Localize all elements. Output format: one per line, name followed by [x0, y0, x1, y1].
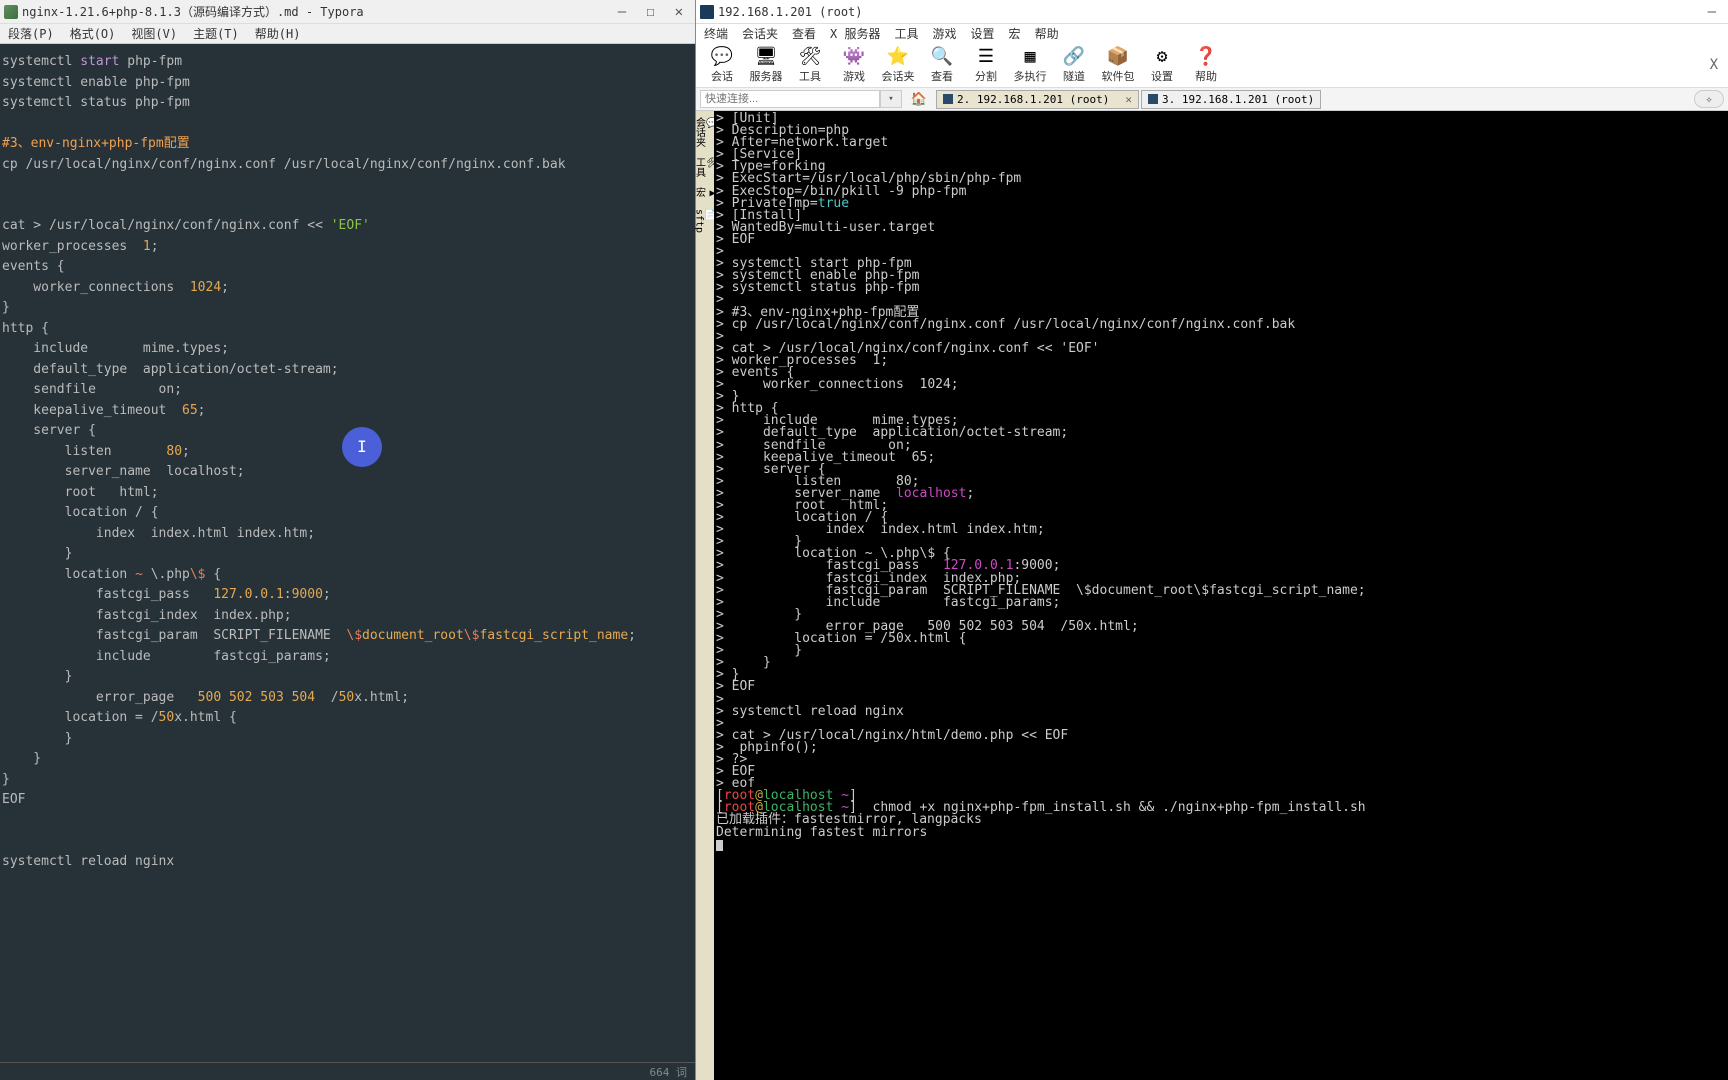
terminal-menu-8[interactable]: 帮助: [1035, 25, 1059, 42]
tab-close-icon[interactable]: ✕: [1125, 93, 1132, 106]
terminal-menu-5[interactable]: 游戏: [933, 25, 957, 42]
toolbar-icon: ▦: [1025, 46, 1036, 68]
toolbar-label: 游戏: [843, 68, 865, 84]
home-button[interactable]: 🏠: [908, 90, 930, 108]
toolbar-item-帮助[interactable]: ❓帮助: [1184, 46, 1228, 84]
toolbar-item-查看[interactable]: 🔍查看: [920, 46, 964, 84]
connect-dropdown[interactable]: ▾: [880, 90, 902, 108]
toolbar-label: 设置: [1151, 68, 1173, 84]
toolbar-item-服务器[interactable]: 🖥服务器: [744, 46, 788, 84]
tab-label: 2. 192.168.1.201 (root): [957, 93, 1109, 106]
toolbar-label: 服务器: [750, 68, 783, 84]
toolbar-icon: 🔍: [931, 46, 953, 68]
terminal-menu-6[interactable]: 设置: [971, 25, 995, 42]
app-icon: [4, 5, 18, 19]
toolbar-icon: 💬: [711, 46, 733, 68]
toolbar-item-软件包[interactable]: 📦软件包: [1096, 46, 1140, 84]
toolbar-item-工具[interactable]: 🛠工具: [788, 46, 832, 84]
toolbar-icon: ⭐: [887, 46, 909, 68]
toolbar-label: 查看: [931, 68, 953, 84]
typora-window: nginx-1.21.6+php-8.1.3（源码编译方式）.md - Typo…: [0, 0, 695, 1080]
menu-paragraph[interactable]: 段落(P): [8, 25, 54, 42]
add-tab-button[interactable]: ✧: [1694, 90, 1724, 108]
toolbar-item-会话夹[interactable]: ⭐会话夹: [876, 46, 920, 84]
cursor-highlight-icon: I: [342, 427, 382, 467]
quick-connect-row: ▾ 🏠 2. 192.168.1.201 (root) ✕ 3. 192.168.1…: [696, 88, 1728, 111]
toolbar-icon: ⚙: [1157, 46, 1168, 68]
editor-content[interactable]: systemctl start php-fpm systemctl enable…: [0, 44, 695, 1062]
toolbar-icon: 🔗: [1063, 46, 1085, 68]
typora-titlebar[interactable]: nginx-1.21.6+php-8.1.3（源码编译方式）.md - Typo…: [0, 0, 695, 24]
quick-connect-input[interactable]: [700, 90, 880, 108]
maximize-button[interactable]: ☐: [646, 4, 654, 20]
window-title: nginx-1.21.6+php-8.1.3（源码编译方式）.md - Typo…: [22, 3, 618, 20]
toolbar-icon: 👾: [843, 46, 865, 68]
toolbar-close-icon[interactable]: X: [1710, 57, 1724, 73]
terminal-menu-2[interactable]: 查看: [792, 25, 816, 42]
terminal-app-icon: [700, 5, 714, 19]
close-button[interactable]: ✕: [675, 4, 683, 20]
toolbar-item-隧道[interactable]: 🔗隧道: [1052, 46, 1096, 84]
toolbar-label: 帮助: [1195, 68, 1217, 84]
terminal-menubar: 终端会话夹查看 X 服务器工具游戏设置宏帮助: [696, 24, 1728, 42]
toolbar-icon: ❓: [1195, 46, 1217, 68]
terminal-output[interactable]: > [Unit] > Description=php > After=netwo…: [714, 111, 1728, 1080]
toolbar-label: 软件包: [1102, 68, 1135, 84]
toolbar-item-多执行[interactable]: ▦多执行: [1008, 46, 1052, 84]
terminal-titlebar[interactable]: 192.168.1.201 (root) —: [696, 0, 1728, 24]
status-bar: 664 词: [0, 1062, 695, 1080]
toolbar: 💬会话🖥服务器🛠工具👾游戏⭐会话夹🔍查看☰分割▦多执行🔗隧道📦软件包⚙设置❓帮助…: [696, 42, 1728, 88]
menu-help[interactable]: 帮助(H): [255, 25, 301, 42]
tab-icon: [943, 94, 953, 104]
toolbar-icon: ☰: [978, 46, 994, 68]
menu-theme[interactable]: 主题(T): [193, 25, 239, 42]
side-panel-tabs: 💬 会话夹🛠 工具▶ 宏📄 sftp: [696, 111, 714, 1080]
toolbar-icon: 🛠: [799, 46, 822, 68]
toolbar-label: 会话夹: [882, 68, 915, 84]
terminal-menu-3[interactable]: X 服务器: [830, 25, 880, 42]
tab-icon: [1148, 94, 1158, 104]
menu-format[interactable]: 格式(O): [70, 25, 116, 42]
toolbar-icon: 📦: [1107, 46, 1129, 68]
terminal-menu-4[interactable]: 工具: [895, 25, 919, 42]
terminal-menu-7[interactable]: 宏: [1009, 25, 1021, 42]
toolbar-icon: 🖥: [755, 46, 778, 68]
toolbar-item-分割[interactable]: ☰分割: [964, 46, 1008, 84]
menu-view[interactable]: 视图(V): [131, 25, 177, 42]
word-count: 664 词: [650, 1064, 688, 1080]
toolbar-item-设置[interactable]: ⚙设置: [1140, 46, 1184, 84]
toolbar-label: 工具: [799, 68, 821, 84]
toolbar-item-会话[interactable]: 💬会话: [700, 46, 744, 84]
minimize-button[interactable]: —: [618, 4, 626, 20]
typora-menubar: 段落(P) 格式(O) 视图(V) 主题(T) 帮助(H): [0, 24, 695, 44]
terminal-title: 192.168.1.201 (root): [718, 5, 1708, 19]
session-tab-1[interactable]: 3. 192.168.1.201 (root): [1141, 90, 1321, 109]
terminal-menu-0[interactable]: 终端: [704, 25, 728, 42]
terminal-cursor: [716, 840, 723, 851]
terminal-menu-1[interactable]: 会话夹: [742, 25, 778, 42]
toolbar-label: 多执行: [1014, 68, 1047, 84]
minimize-button[interactable]: —: [1708, 4, 1716, 20]
toolbar-item-游戏[interactable]: 👾游戏: [832, 46, 876, 84]
tab-label: 3. 192.168.1.201 (root): [1162, 93, 1314, 106]
toolbar-label: 隧道: [1063, 68, 1085, 84]
session-tab-0[interactable]: 2. 192.168.1.201 (root) ✕: [936, 90, 1139, 109]
toolbar-label: 会话: [711, 68, 733, 84]
terminal-window: 192.168.1.201 (root) — 终端会话夹查看X 服务器工具游戏设…: [695, 0, 1728, 1080]
toolbar-label: 分割: [975, 68, 997, 84]
